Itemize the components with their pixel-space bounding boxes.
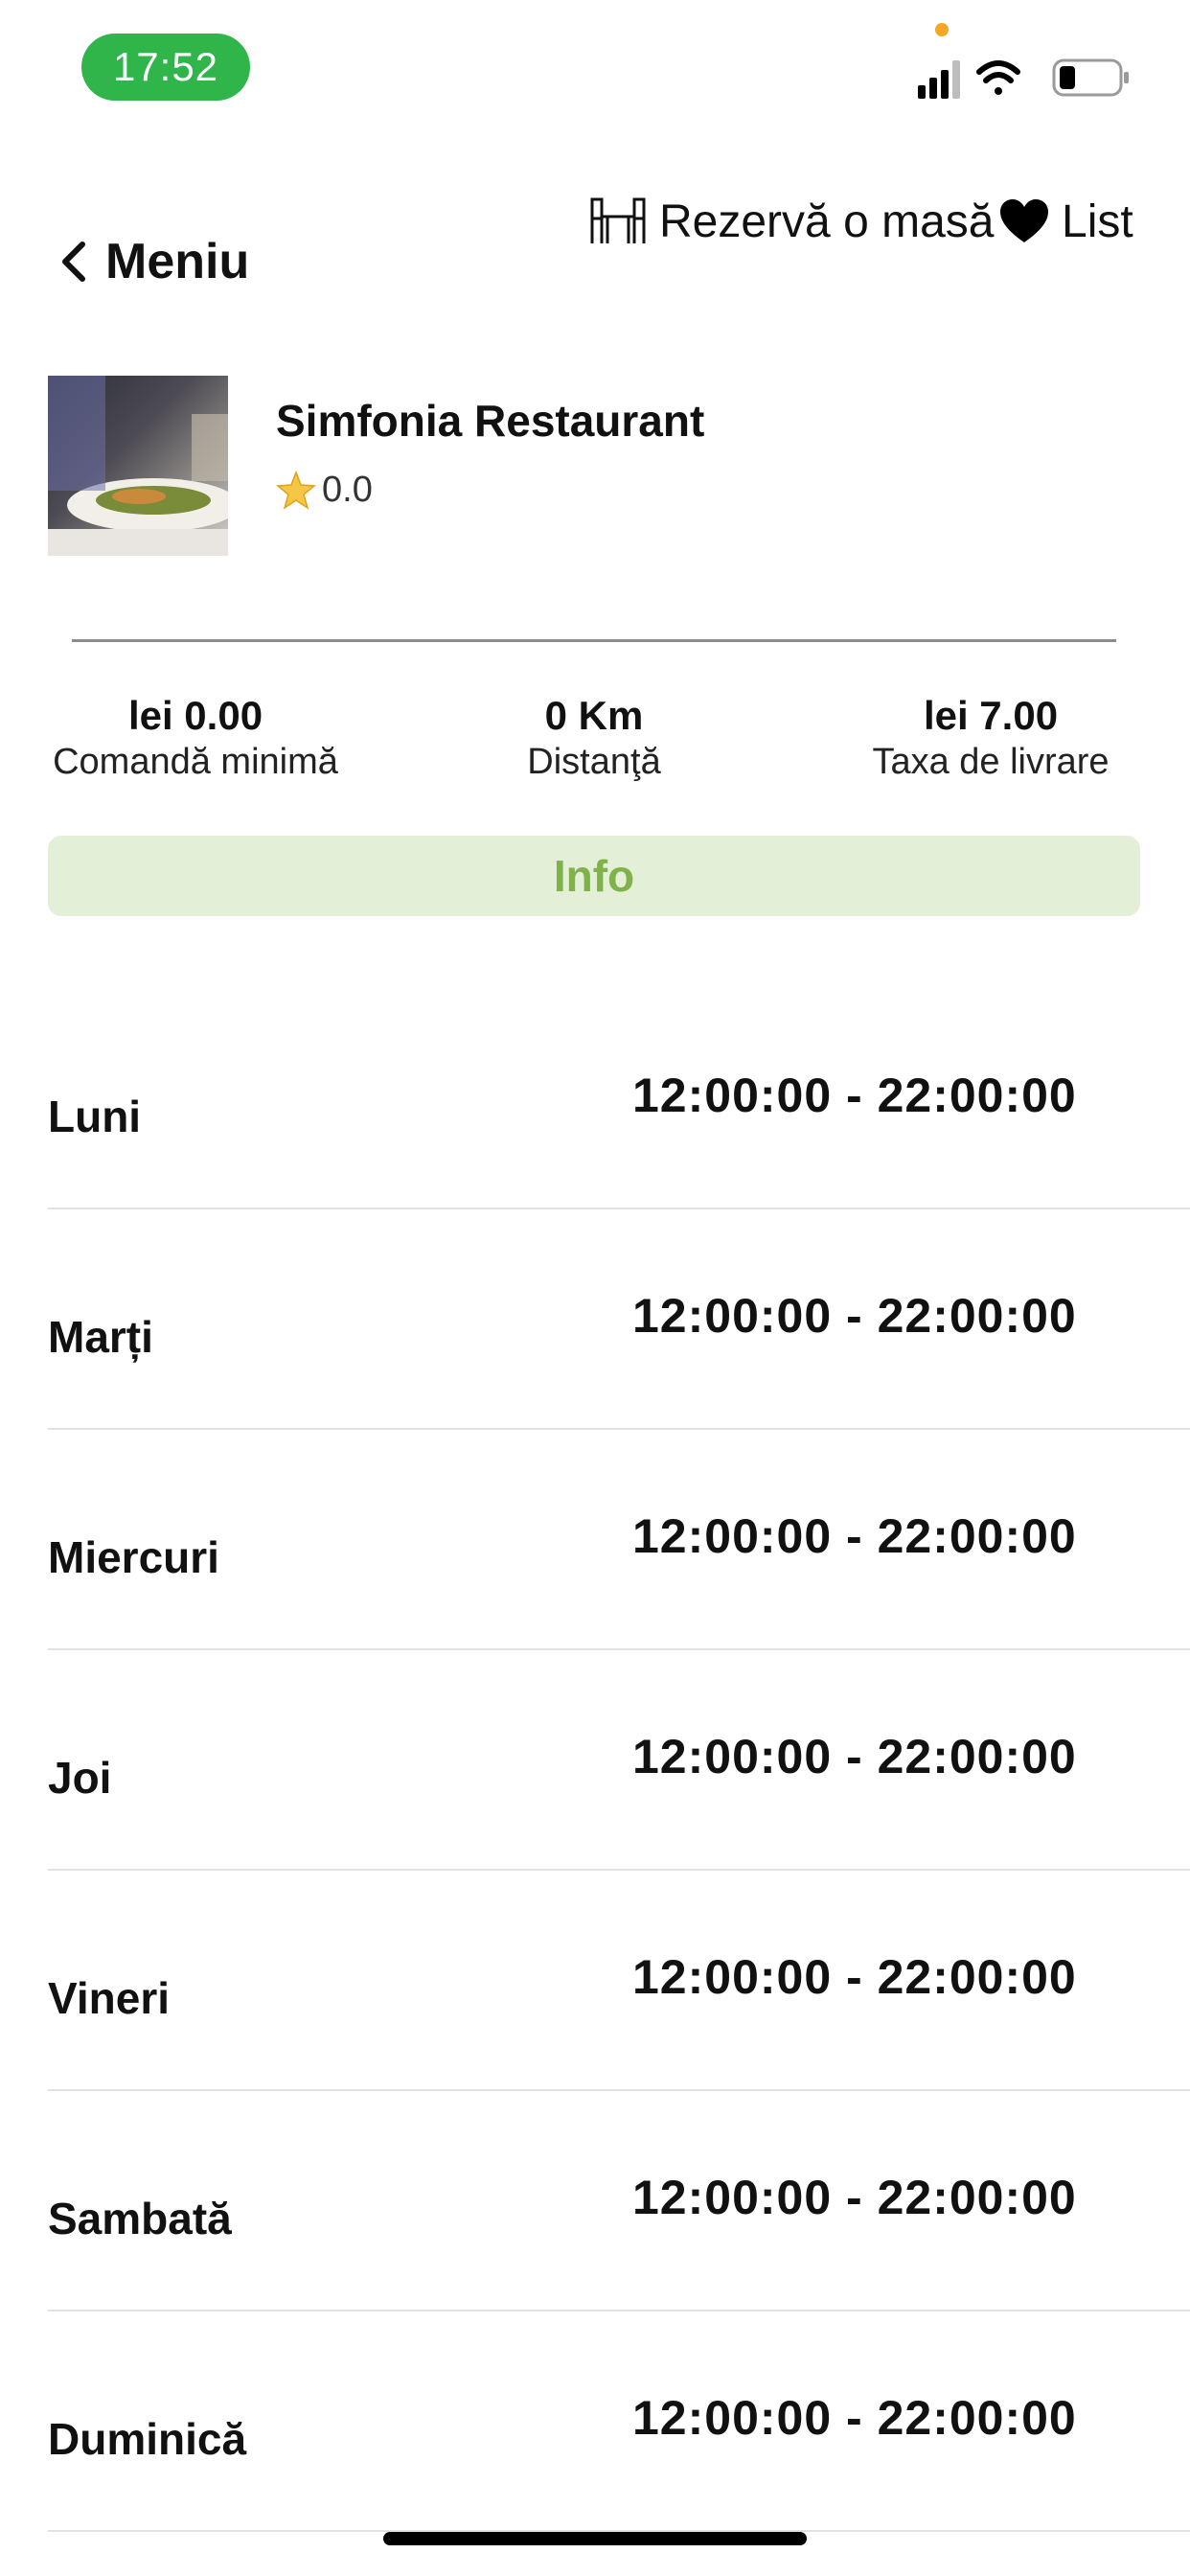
stat-label: Comandă minimă (53, 742, 338, 782)
hours-time: 12:00:00 - 22:00:00 (632, 1069, 1077, 1122)
battery-icon (1052, 58, 1129, 97)
stat-label: Taxa de livrare (872, 742, 1110, 782)
hours-row: Marți 12:00:00 - 22:00:00 (48, 1208, 1190, 1430)
favorites-list-label: List (1062, 196, 1133, 247)
hours-row: Duminică 12:00:00 - 22:00:00 (48, 2310, 1190, 2532)
reserve-table-label: Rezervă o masă (659, 196, 995, 247)
stat-label: Distanţă (527, 742, 661, 782)
hours-time: 12:00:00 - 22:00:00 (632, 2171, 1077, 2224)
stat-value: lei 0.00 (127, 693, 263, 738)
chevron-left-icon (62, 242, 85, 282)
status-time: 17:52 (81, 34, 250, 101)
stat-delivery-fee: lei 7.00 Taxa de livrare (799, 692, 1182, 784)
wifi-icon (976, 60, 1020, 95)
dining-table-icon (590, 197, 646, 243)
hours-day: Vineri (48, 1973, 170, 2023)
tab-info[interactable]: Info (48, 836, 1140, 916)
reserve-table-button[interactable]: Rezervă o masă (588, 190, 994, 253)
hours-day: Duminică (48, 2414, 247, 2464)
favorites-list-button[interactable]: List (998, 190, 1133, 253)
stat-min-order: lei 0.00 Comandă minimă (4, 692, 387, 784)
hours-time: 12:00:00 - 22:00:00 (632, 1289, 1077, 1343)
hours-day: Sambată (48, 2194, 232, 2243)
hours-time: 12:00:00 - 22:00:00 (632, 1950, 1077, 2004)
stat-value: lei 7.00 (923, 693, 1059, 738)
hours-time: 12:00:00 - 22:00:00 (632, 2391, 1077, 2445)
hours-row: Vineri 12:00:00 - 22:00:00 (48, 1869, 1190, 2091)
hours-time: 12:00:00 - 22:00:00 (632, 1509, 1077, 1563)
hours-day: Miercuri (48, 1532, 219, 1582)
hours-row: Joi 12:00:00 - 22:00:00 (48, 1648, 1190, 1871)
stat-distance: 0 Km Distanţă (402, 692, 786, 784)
restaurant-thumbnail (48, 376, 228, 556)
restaurant-name: Simfonia Restaurant (276, 396, 705, 446)
privacy-indicator-dot (935, 23, 949, 36)
star-icon (276, 470, 316, 510)
back-label: Meniu (105, 234, 250, 289)
home-indicator[interactable] (383, 2532, 807, 2545)
restaurant-rating: 0.0 (276, 470, 373, 511)
hours-row: Sambată 12:00:00 - 22:00:00 (48, 2089, 1190, 2312)
hours-day: Joi (48, 1753, 112, 1803)
hours-row: Luni 12:00:00 - 22:00:00 (48, 987, 1190, 1209)
status-icons (918, 58, 1129, 99)
rating-value: 0.0 (322, 470, 373, 510)
back-button[interactable]: Meniu (59, 228, 249, 295)
hours-day: Marți (48, 1312, 153, 1362)
signal-icon (918, 60, 960, 99)
divider (72, 639, 1116, 642)
hours-time: 12:00:00 - 22:00:00 (632, 1730, 1077, 1783)
hours-row: Miercuri 12:00:00 - 22:00:00 (48, 1428, 1190, 1650)
hours-day: Luni (48, 1092, 142, 1141)
stat-value: 0 Km (544, 693, 644, 738)
heart-icon (1000, 199, 1048, 242)
